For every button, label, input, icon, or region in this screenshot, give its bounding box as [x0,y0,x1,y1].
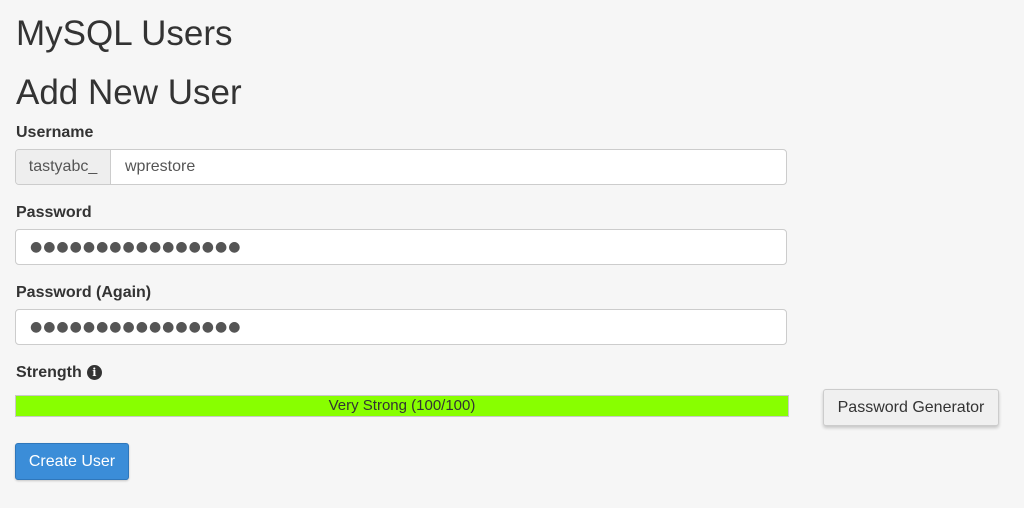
password-again-input[interactable] [16,310,786,344]
strength-label: Strength [16,364,82,381]
section-title: Add New User [16,73,242,112]
password-again-input-group [15,309,787,345]
password-label: Password [16,204,92,221]
info-circle-icon[interactable]: i [86,365,102,380]
username-label: Username [16,124,94,141]
password-input-group [15,229,787,265]
password-again-label: Password (Again) [16,284,152,301]
username-input[interactable] [111,150,786,184]
strength-label-row: Strength i [16,363,102,383]
strength-meter-text: Very Strong (100/100) [328,397,476,414]
username-prefix: tastyabc_ [16,150,111,184]
password-generator-button[interactable]: Password Generator [823,389,999,426]
strength-meter: Very Strong (100/100) [15,395,789,417]
create-user-button[interactable]: Create User [15,443,129,480]
username-input-group: tastyabc_ [15,149,787,185]
password-input[interactable] [16,230,786,264]
page-title: MySQL Users [16,14,233,53]
